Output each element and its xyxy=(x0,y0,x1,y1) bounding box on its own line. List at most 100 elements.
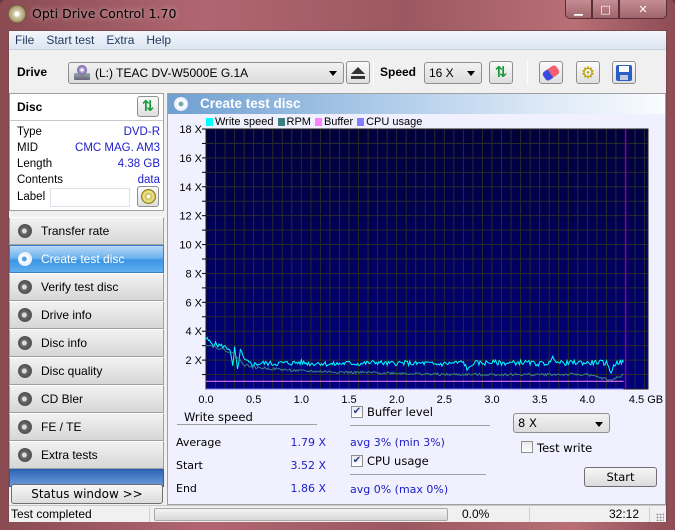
nav-drive-info[interactable]: Drive info xyxy=(9,301,164,329)
y-tick-label: 6 X xyxy=(185,297,202,309)
disc-label-input[interactable] xyxy=(50,188,130,207)
speed-label: Speed xyxy=(380,65,417,79)
disc-row-value: DVD-R xyxy=(123,126,160,138)
y-tick-label: 8 X xyxy=(185,268,202,280)
nav-extra-tests[interactable]: Extra tests xyxy=(9,441,164,469)
write-speed-select[interactable]: 8 X xyxy=(513,413,610,433)
x-tick-label: 0.0 xyxy=(198,394,213,406)
stat-end: End 1.86 X xyxy=(176,482,326,495)
legend-swatch xyxy=(357,118,365,126)
menu-help[interactable]: Help xyxy=(140,33,177,47)
menu-extra[interactable]: Extra xyxy=(100,33,140,47)
disc-label-button[interactable] xyxy=(137,186,159,207)
nav-disc-quality[interactable]: Disc quality xyxy=(9,357,164,385)
elapsed-time: 32:12 xyxy=(609,507,640,521)
left-panel: Disc ⇅ Type DVD-R MID CMC MAG. AM3 Lengt… xyxy=(9,93,164,505)
legend-cpu-usage: CPU usage xyxy=(357,116,422,128)
stat-label: Start xyxy=(176,459,203,472)
divider xyxy=(149,507,150,522)
create-test-disc-panel: Create test disc 2 X 4 X 6 X 8 X 10 X 12 X 14 … xyxy=(167,93,666,505)
write-speed-chart: 2 X 4 X 6 X 8 X 10 X 12 X 14 X 16 X 18 X 0.0 0.5 1.… xyxy=(168,114,665,413)
status-text: Test completed xyxy=(11,507,92,521)
window-controls: ▁ □ ✕ xyxy=(565,0,667,20)
test-write-label: Test write xyxy=(537,441,593,455)
erase-button[interactable] xyxy=(539,61,563,84)
divider xyxy=(350,474,486,475)
x-tick-label: 2.5 xyxy=(437,394,452,406)
progress-bar xyxy=(154,508,448,521)
stats-title: Write speed xyxy=(184,410,253,424)
disc-test-icon xyxy=(18,252,32,266)
x-tick-label: 0.5 xyxy=(246,394,261,406)
title-bar[interactable]: Opti Drive Control 1.70 ▁ □ ✕ xyxy=(0,0,675,28)
divider xyxy=(10,120,163,121)
nav-label: Verify test disc xyxy=(41,280,119,294)
chevron-down-icon xyxy=(467,71,475,76)
chevron-down-icon xyxy=(329,71,337,76)
disc-row-label: Length xyxy=(17,158,53,170)
test-write-checkbox[interactable] xyxy=(521,441,533,453)
nav-disc-info[interactable]: Disc info xyxy=(9,329,164,357)
eject-button[interactable] xyxy=(346,61,370,84)
nav-label: FE / TE xyxy=(41,420,82,434)
refresh-speed-button[interactable]: ⇅ xyxy=(489,61,513,84)
disc-row-label: MID xyxy=(17,142,39,154)
disc-test-icon xyxy=(18,280,32,294)
y-tick-label: 12 X xyxy=(179,211,202,223)
nav-transfer-rate[interactable]: Transfer rate xyxy=(9,217,164,245)
disc-refresh-button[interactable]: ⇅ xyxy=(137,96,159,117)
legend-swatch xyxy=(314,118,322,126)
cpu-usage-label: CPU usage xyxy=(367,454,429,468)
nav-verify-test-disc[interactable]: Verify test disc xyxy=(9,273,164,301)
eject-icon xyxy=(351,67,365,79)
nav-cd-bler[interactable]: CD Bler xyxy=(9,385,164,413)
speed-select[interactable]: 16 X xyxy=(424,62,482,84)
buffer-level-checkbox[interactable]: ✔ xyxy=(351,406,363,418)
buffer-level-summary: avg 3% (min 3%) xyxy=(350,436,445,449)
legend-swatch xyxy=(206,118,213,126)
minimize-button[interactable]: ▁ xyxy=(565,0,592,19)
disc-row-type: Type DVD-R xyxy=(17,126,160,138)
disc-row-length: Length 4.38 GB xyxy=(17,158,160,170)
drive-icon xyxy=(73,65,91,81)
menu-bar: File Start test Extra Help xyxy=(9,31,666,50)
y-tick-label: 16 X xyxy=(179,153,202,165)
close-button[interactable]: ✕ xyxy=(619,0,667,19)
disc-row-value: CMC MAG. AM3 xyxy=(75,142,160,154)
legend-label: RPM xyxy=(286,116,311,128)
divider xyxy=(177,424,317,425)
buffer-level-label: Buffer level xyxy=(367,405,433,419)
menu-start-test[interactable]: Start test xyxy=(40,33,100,47)
settings-button[interactable]: ⚙ xyxy=(576,61,600,84)
nav-label: Drive info xyxy=(41,308,92,322)
menu-file[interactable]: File xyxy=(9,33,40,47)
x-tick-label: 4.5 GB xyxy=(629,394,663,406)
status-window-button[interactable]: Status window >> xyxy=(11,484,163,504)
divider xyxy=(529,507,530,522)
save-button[interactable] xyxy=(612,61,636,84)
status-bar: Test completed 0.0% 32:12 xyxy=(9,505,666,522)
nav-label: CD Bler xyxy=(41,392,84,406)
nav-fe-te[interactable]: FE / TE xyxy=(9,413,164,441)
speed-value: 16 X xyxy=(429,66,454,80)
y-tick-label: 14 X xyxy=(179,182,202,194)
write-speed-value: 8 X xyxy=(518,416,537,430)
maximize-button[interactable]: □ xyxy=(592,0,619,19)
cd-icon xyxy=(140,189,156,204)
nav-label: Disc quality xyxy=(41,364,103,378)
drive-select[interactable]: (L:) TEAC DV-W5000E G.1A xyxy=(68,62,344,84)
start-button[interactable]: Start xyxy=(584,467,657,487)
cpu-usage-checkbox[interactable]: ✔ xyxy=(351,455,363,467)
nav-create-test-disc[interactable]: Create test disc xyxy=(9,245,164,273)
x-tick-label: 4.0 xyxy=(580,394,595,406)
y-tick-label: 10 X xyxy=(179,240,202,252)
refresh-icon: ⇅ xyxy=(141,97,155,115)
stat-label: End xyxy=(176,482,197,495)
test-nav: Transfer rate Create test disc Verify te… xyxy=(9,217,164,487)
disc-info-panel: Disc ⇅ Type DVD-R MID CMC MAG. AM3 Lengt… xyxy=(9,93,164,211)
disc-test-icon xyxy=(18,448,32,462)
panel-title: Create test disc xyxy=(200,96,301,111)
resize-grip[interactable] xyxy=(656,513,664,521)
legend-label: Buffer xyxy=(323,116,354,128)
save-icon xyxy=(616,64,632,81)
